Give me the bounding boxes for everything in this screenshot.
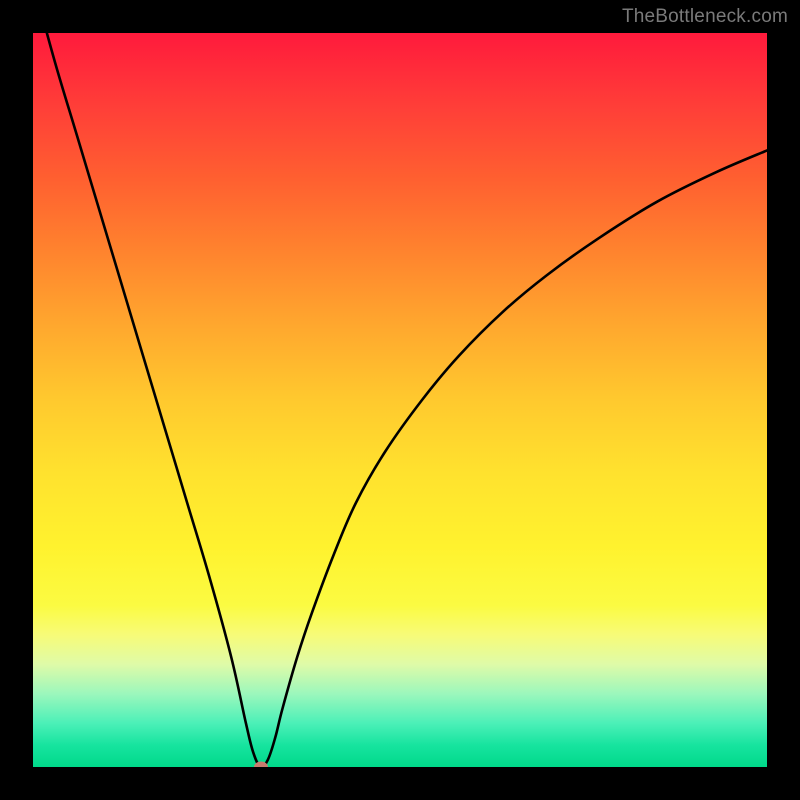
- watermark-text: TheBottleneck.com: [622, 6, 788, 28]
- plot-area: [33, 33, 767, 767]
- chart-frame: TheBottleneck.com: [0, 0, 800, 800]
- bottleneck-curve: [33, 33, 767, 767]
- optimum-marker: [254, 762, 268, 768]
